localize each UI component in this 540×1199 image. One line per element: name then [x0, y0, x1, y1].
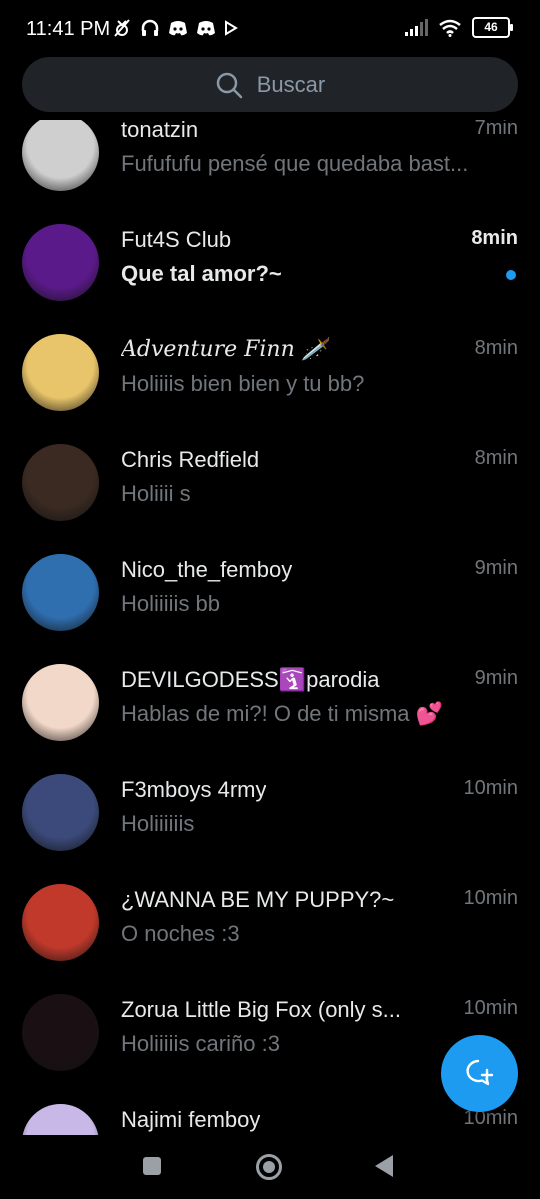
- back-icon[interactable]: [375, 1155, 393, 1177]
- conversation-time: 8min: [471, 227, 518, 249]
- conversation-time: 8min: [474, 447, 518, 469]
- conversation-preview: O noches :3: [121, 921, 240, 946]
- home-icon[interactable]: [256, 1154, 282, 1180]
- conversation-row[interactable]: Najimi femboy 10min: [0, 1104, 540, 1135]
- search-bar[interactable]: Buscar: [22, 57, 518, 112]
- conversation-time: 10min: [463, 777, 518, 799]
- conversation-preview: Holiiii s: [121, 481, 191, 506]
- conversation-time: 9min: [474, 667, 518, 689]
- conversation-name: F3mboys 4rmy: [121, 777, 267, 802]
- conversation-preview: Holiiiis bien bien y tu bb?: [121, 371, 365, 396]
- new-message-icon: [465, 1059, 493, 1085]
- conversation-row[interactable]: DEVILGODESS🛐parodia 9min Hablas de mi?! O …: [0, 664, 540, 774]
- avatar[interactable]: [22, 774, 99, 851]
- status-icons-right: 46: [404, 17, 513, 38]
- conversation-list[interactable]: tonatzin 7min Fufufufu pensé que quedaba b…: [0, 120, 540, 1135]
- play-icon: [225, 20, 238, 36]
- battery-icon: 46: [472, 17, 513, 38]
- conversation-preview: Que tal amor?~: [121, 261, 282, 286]
- conversation-row[interactable]: ¿WANNA BE MY PUPPY?~ 10min O noches :3: [0, 884, 540, 994]
- conversation-name: Nico_the_femboy: [121, 557, 293, 582]
- system-nav-bar: [0, 1135, 540, 1199]
- status-bar: 11:41 PM 46: [0, 0, 540, 50]
- avatar[interactable]: [22, 444, 99, 521]
- conversation-preview: Holiiiiis bb: [121, 591, 221, 616]
- conversation-row[interactable]: tonatzin 7min Fufufufu pensé que quedaba b…: [0, 120, 540, 224]
- avatar[interactable]: [22, 554, 99, 631]
- conversation-name: ¿WANNA BE MY PUPPY?~: [121, 887, 395, 912]
- conversation-name: Fut4S Club: [121, 227, 232, 252]
- avatar[interactable]: [22, 334, 99, 411]
- signal-icon: [405, 18, 428, 36]
- conversation-row[interactable]: Fut4S Club 8min Que tal amor?~: [0, 224, 540, 334]
- discord-icon: [197, 21, 215, 36]
- conversation-row[interactable]: Nico_the_femboy 9min Holiiiiis bb: [0, 554, 540, 664]
- new-message-button[interactable]: [441, 1035, 518, 1112]
- conversation-row[interactable]: Chris Redfield 8min Holiiii s: [0, 444, 540, 554]
- mute-icon: [114, 19, 130, 37]
- avatar[interactable]: [22, 994, 99, 1071]
- conversation-time: 10min: [463, 887, 518, 909]
- recents-icon[interactable]: [143, 1157, 161, 1175]
- conversation-name: tonatzin: [121, 120, 199, 142]
- avatar[interactable]: [22, 120, 99, 191]
- conversation-time: 9min: [474, 557, 518, 579]
- conversation-name: Zorua Little Big Fox (only s...: [121, 997, 401, 1022]
- wifi-icon: [439, 19, 461, 37]
- status-icons-left: [112, 18, 238, 38]
- avatar[interactable]: [22, 664, 99, 741]
- conversation-preview: Hablas de mi?! O de ti misma 💕: [121, 701, 444, 726]
- conversation-row[interactable]: F3mboys 4rmy 10min Holiiiiiis: [0, 774, 540, 884]
- conversation-preview: Holiiiiiis: [121, 811, 195, 836]
- conversation-name: Najimi femboy: [121, 1107, 261, 1132]
- conversation-name: Chris Redfield: [121, 447, 260, 472]
- conversation-time: 8min: [474, 337, 518, 359]
- avatar[interactable]: [22, 1104, 99, 1135]
- conversation-preview: Holiiiiis cariño :3: [121, 1031, 280, 1056]
- discord-icon: [169, 21, 187, 36]
- conversation-time: 10min: [463, 997, 518, 1019]
- unread-dot: [506, 270, 516, 280]
- headphones-icon: [141, 19, 159, 36]
- conversation-row[interactable]: Adventure Finn 🗡️ 8min Holiiiis bien bien …: [0, 334, 540, 444]
- conversation-name: DEVILGODESS🛐parodia: [121, 667, 380, 692]
- conversation-name: Adventure Finn 🗡️: [121, 337, 330, 362]
- avatar[interactable]: [22, 224, 99, 301]
- avatar[interactable]: [22, 884, 99, 961]
- search-placeholder: Buscar: [256, 71, 326, 97]
- conversation-time: 7min: [474, 120, 518, 139]
- status-time: 11:41 PM: [26, 18, 111, 40]
- search-icon: [216, 72, 242, 98]
- conversation-preview: Fufufufu pensé que quedaba bast...: [121, 151, 469, 176]
